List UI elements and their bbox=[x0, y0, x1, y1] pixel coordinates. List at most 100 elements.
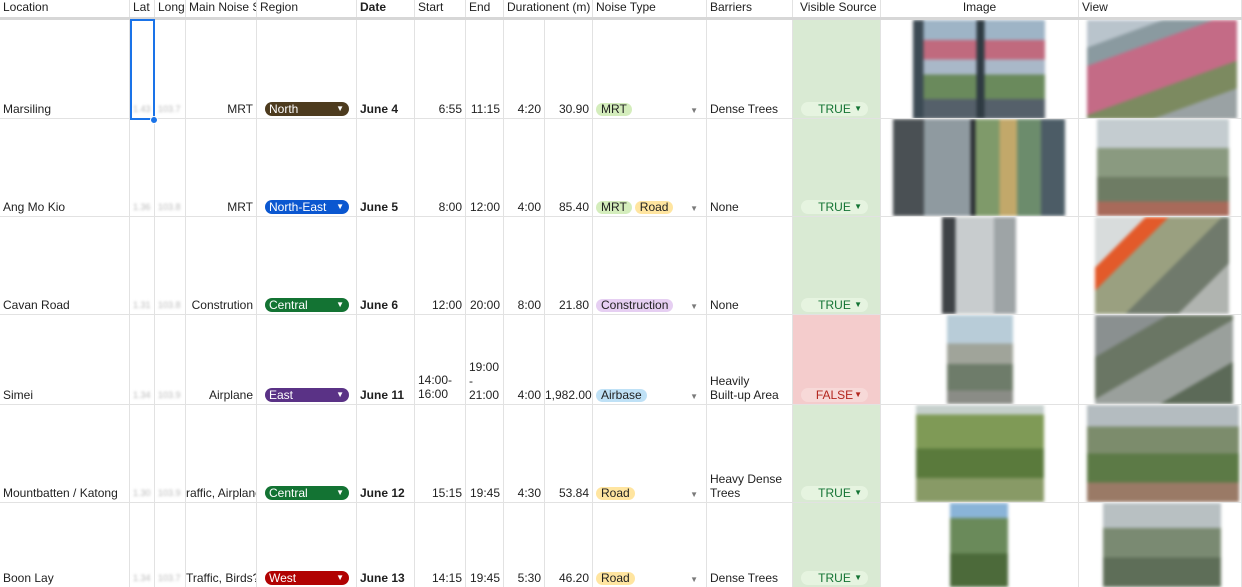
long-cell[interactable]: 103.7 bbox=[155, 503, 186, 587]
header-location[interactable]: Location bbox=[0, 0, 130, 17]
region-chip[interactable]: West ▼ bbox=[265, 571, 349, 585]
noise-type-cell[interactable]: MRT Road ▼ bbox=[593, 119, 707, 216]
view-cell[interactable] bbox=[1079, 503, 1242, 587]
header-noise-type[interactable]: Noise Type bbox=[593, 0, 707, 17]
end-cell[interactable]: 19:45 bbox=[466, 503, 504, 587]
header-image[interactable]: Image bbox=[881, 0, 1079, 17]
main-noise-cell[interactable]: MRT bbox=[186, 119, 257, 216]
location-cell[interactable]: Boon Lay bbox=[0, 503, 130, 587]
header-date[interactable]: Date bbox=[357, 0, 415, 17]
header-start[interactable]: Start bbox=[415, 0, 466, 17]
noise-type-cell[interactable]: Road ▼ bbox=[593, 503, 707, 587]
location-cell[interactable]: Mountbatten / Katong bbox=[0, 405, 130, 502]
view-cell[interactable] bbox=[1079, 315, 1242, 404]
visible-source-chip[interactable]: TRUE ▼ bbox=[801, 200, 868, 214]
noise-type-cell[interactable]: Airbase ▼ bbox=[593, 315, 707, 404]
noise-type-cell[interactable]: Road ▼ bbox=[593, 405, 707, 502]
end-cell[interactable]: 20:00 bbox=[466, 217, 504, 314]
start-cell[interactable]: 14:00- 16:00 bbox=[415, 315, 466, 404]
image-cell[interactable] bbox=[881, 20, 1079, 118]
dropdown-arrow-icon[interactable]: ▼ bbox=[690, 575, 698, 584]
region-cell[interactable]: East ▼ bbox=[257, 315, 357, 404]
header-barriers[interactable]: Barriers bbox=[707, 0, 793, 17]
duration-min-cell[interactable]: 30.90 bbox=[545, 20, 593, 118]
lat-cell[interactable]: 1.34 bbox=[130, 315, 155, 404]
region-chip[interactable]: East ▼ bbox=[265, 388, 349, 402]
region-chip[interactable]: Central ▼ bbox=[265, 298, 349, 312]
image-cell[interactable] bbox=[881, 217, 1079, 314]
duration-cell[interactable]: 8:00 bbox=[504, 217, 545, 314]
main-noise-cell[interactable]: raffic, Airplane bbox=[186, 405, 257, 502]
dropdown-arrow-icon[interactable]: ▼ bbox=[690, 392, 698, 401]
view-cell[interactable] bbox=[1079, 405, 1242, 502]
header-visible-source[interactable]: Visible Source bbox=[793, 0, 881, 17]
dropdown-arrow-icon[interactable]: ▼ bbox=[690, 302, 698, 311]
fill-handle[interactable] bbox=[150, 116, 158, 124]
barriers-cell[interactable]: None bbox=[707, 217, 793, 314]
duration-cell[interactable]: 4:00 bbox=[504, 119, 545, 216]
end-cell[interactable]: 19:00 - 21:00 bbox=[466, 315, 504, 404]
visible-source-chip[interactable]: TRUE ▼ bbox=[801, 298, 868, 312]
barriers-cell[interactable]: Heavy Dense Trees bbox=[707, 405, 793, 502]
location-cell[interactable]: Simei bbox=[0, 315, 130, 404]
visible-source-chip[interactable]: FALSE ▼ bbox=[801, 388, 868, 402]
date-cell[interactable]: June 11 bbox=[357, 315, 415, 404]
duration-min-cell[interactable]: 21.80 bbox=[545, 217, 593, 314]
dropdown-arrow-icon[interactable]: ▼ bbox=[690, 490, 698, 499]
duration-min-cell[interactable]: 85.40 bbox=[545, 119, 593, 216]
region-cell[interactable]: North ▼ bbox=[257, 20, 357, 118]
region-cell[interactable]: Central ▼ bbox=[257, 217, 357, 314]
barriers-cell[interactable]: None bbox=[707, 119, 793, 216]
duration-min-cell[interactable]: 53.84 bbox=[545, 405, 593, 502]
header-view[interactable]: View bbox=[1079, 0, 1242, 17]
view-cell[interactable] bbox=[1079, 119, 1242, 216]
location-cell[interactable]: Cavan Road bbox=[0, 217, 130, 314]
duration-cell[interactable]: 4:20 bbox=[504, 20, 545, 118]
visible-source-cell[interactable]: TRUE ▼ bbox=[793, 503, 881, 587]
barriers-cell[interactable]: Dense Trees bbox=[707, 503, 793, 587]
image-cell[interactable] bbox=[881, 119, 1079, 216]
view-cell[interactable] bbox=[1079, 217, 1242, 314]
lat-cell[interactable]: 1.36 bbox=[130, 119, 155, 216]
visible-source-chip[interactable]: TRUE ▼ bbox=[801, 102, 868, 116]
region-cell[interactable]: West ▼ bbox=[257, 503, 357, 587]
visible-source-cell[interactable]: TRUE ▼ bbox=[793, 217, 881, 314]
duration-min-cell[interactable]: 46.20 bbox=[545, 503, 593, 587]
duration-cell[interactable]: 5:30 bbox=[504, 503, 545, 587]
lat-cell[interactable]: 1.43 bbox=[130, 20, 155, 118]
region-chip[interactable]: North ▼ bbox=[265, 102, 349, 116]
visible-source-cell[interactable]: TRUE ▼ bbox=[793, 119, 881, 216]
date-cell[interactable]: June 13 bbox=[357, 503, 415, 587]
location-cell[interactable]: Ang Mo Kio bbox=[0, 119, 130, 216]
header-long[interactable]: Long bbox=[155, 0, 186, 17]
dropdown-arrow-icon[interactable]: ▼ bbox=[690, 204, 698, 213]
start-cell[interactable]: 12:00 bbox=[415, 217, 466, 314]
location-cell[interactable]: Marsiling bbox=[0, 20, 130, 118]
duration-min-cell[interactable]: 1,982.00 bbox=[545, 315, 593, 404]
region-chip[interactable]: Central ▼ bbox=[265, 486, 349, 500]
date-cell[interactable]: June 5 bbox=[357, 119, 415, 216]
duration-cell[interactable]: 4:00 bbox=[504, 315, 545, 404]
long-cell[interactable]: 103.7 bbox=[155, 20, 186, 118]
header-duration[interactable]: Durationent (m) bbox=[504, 0, 593, 17]
main-noise-cell[interactable]: Constrution bbox=[186, 217, 257, 314]
lat-cell[interactable]: 1.30 bbox=[130, 405, 155, 502]
visible-source-chip[interactable]: TRUE ▼ bbox=[801, 486, 868, 500]
header-main-noise[interactable]: Main Noise S bbox=[186, 0, 257, 17]
region-chip[interactable]: North-East ▼ bbox=[265, 200, 349, 214]
image-cell[interactable] bbox=[881, 405, 1079, 502]
noise-type-cell[interactable]: Construction ▼ bbox=[593, 217, 707, 314]
long-cell[interactable]: 103.8 bbox=[155, 217, 186, 314]
barriers-cell[interactable]: Heavily Built-up Area bbox=[707, 315, 793, 404]
image-cell[interactable] bbox=[881, 503, 1079, 587]
visible-source-cell[interactable]: TRUE ▼ bbox=[793, 20, 881, 118]
noise-type-cell[interactable]: MRT ▼ bbox=[593, 20, 707, 118]
date-cell[interactable]: June 12 bbox=[357, 405, 415, 502]
long-cell[interactable]: 103.9 bbox=[155, 315, 186, 404]
visible-source-cell[interactable]: TRUE ▼ bbox=[793, 405, 881, 502]
dropdown-arrow-icon[interactable]: ▼ bbox=[690, 106, 698, 115]
lat-cell[interactable]: 1.34 bbox=[130, 503, 155, 587]
main-noise-cell[interactable]: Airplane bbox=[186, 315, 257, 404]
visible-source-chip[interactable]: TRUE ▼ bbox=[801, 571, 868, 585]
end-cell[interactable]: 19:45 bbox=[466, 405, 504, 502]
